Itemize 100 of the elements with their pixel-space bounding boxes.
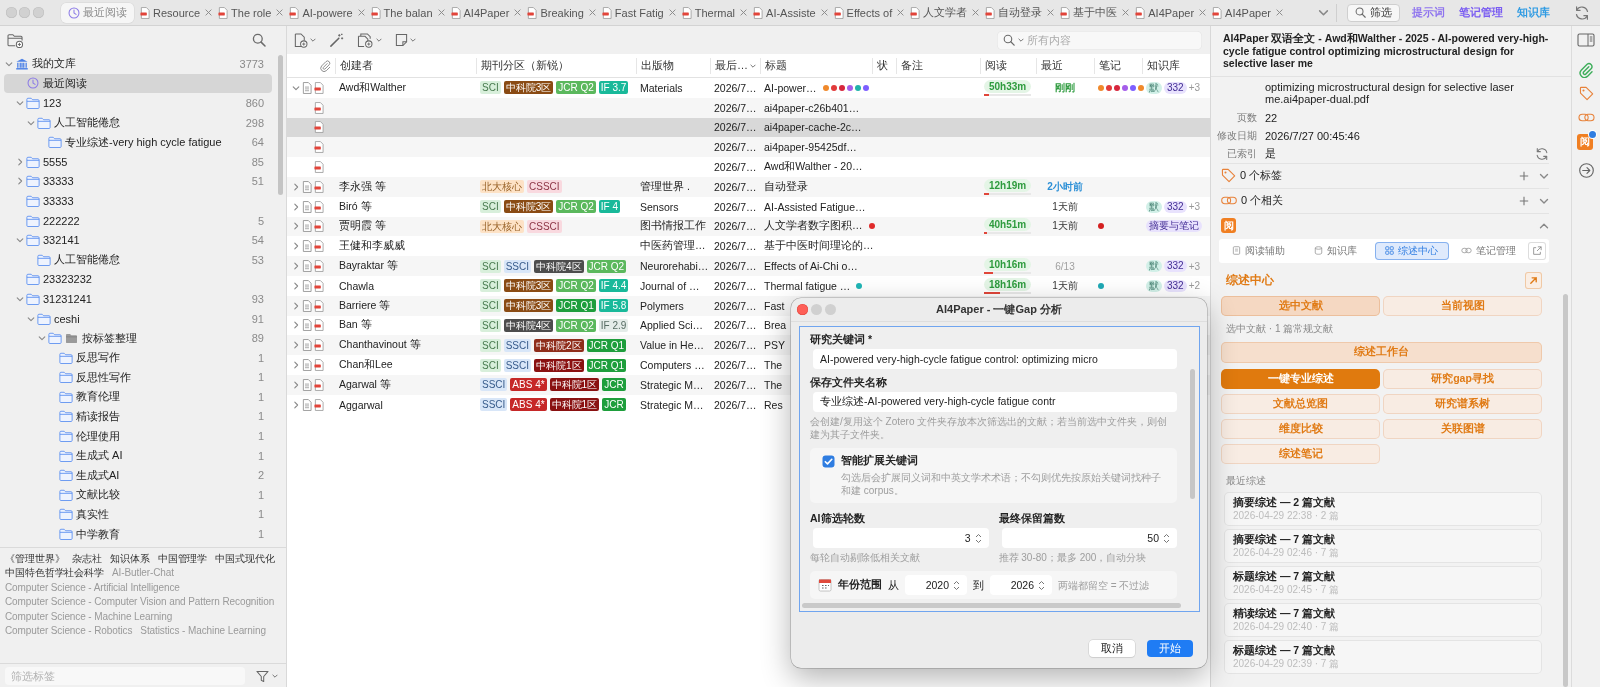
- tree-item[interactable]: 我的文库 3773: [4, 54, 272, 74]
- tree-item[interactable]: 专业综述-very high cycle fatigue 64: [4, 132, 272, 152]
- caret-icon[interactable]: [410, 38, 416, 42]
- tab[interactable]: 自动登录: [982, 2, 1058, 23]
- sidebar-toggle-icon[interactable]: [1577, 33, 1595, 47]
- refresh-icon[interactable]: [1574, 4, 1590, 21]
- column-header[interactable]: 标题: [760, 57, 872, 74]
- tab[interactable]: Breaking: [524, 2, 599, 23]
- zoom-button[interactable]: [32, 7, 44, 18]
- tab[interactable]: 基于中医: [1057, 2, 1133, 23]
- tab[interactable]: AI4Paper: [1209, 2, 1286, 23]
- start-button[interactable]: 开始: [1147, 640, 1193, 657]
- close-icon[interactable]: [1199, 9, 1207, 16]
- tree-item[interactable]: 按标签整理 89: [4, 328, 272, 348]
- column-header[interactable]: 阅读: [980, 57, 1036, 74]
- year-field[interactable]: 2026: [990, 575, 1052, 595]
- add-attachment-icon[interactable]: [357, 32, 374, 48]
- tree-item[interactable]: 31231241 93: [4, 289, 272, 309]
- refresh-icon[interactable]: [1535, 146, 1549, 161]
- chevron-right-icon[interactable]: [292, 321, 300, 330]
- column-header[interactable]: 笔记: [1094, 57, 1142, 74]
- column-header[interactable]: 创建者: [335, 57, 476, 74]
- tree-item[interactable]: 23323232: [4, 269, 272, 290]
- chevron-right-icon[interactable]: [16, 157, 24, 166]
- chevron-down-icon[interactable]: [292, 83, 300, 92]
- magic-wand-icon[interactable]: [329, 32, 344, 48]
- tree-item[interactable]: 教育伦理 1: [4, 387, 272, 407]
- close-icon[interactable]: [588, 9, 596, 16]
- tag-icon[interactable]: [1578, 86, 1594, 101]
- tree-item[interactable]: 123 860: [4, 93, 272, 113]
- tree-item[interactable]: 人工智能倦怠 298: [4, 112, 272, 133]
- year-field[interactable]: 2020: [905, 575, 967, 595]
- tree-item[interactable]: 生成式AI 2: [4, 465, 272, 486]
- caret-icon[interactable]: [376, 38, 382, 42]
- chevron-down-icon[interactable]: [5, 59, 13, 68]
- filter-button[interactable]: 筛选: [1347, 3, 1400, 22]
- close-icon[interactable]: [972, 9, 980, 16]
- chevron-right-icon[interactable]: [292, 242, 300, 251]
- column-header[interactable]: 期刊分区（新锐）: [476, 57, 636, 74]
- search-icon[interactable]: [252, 33, 266, 47]
- tag-label[interactable]: 中国特色哲学社会科学: [5, 566, 104, 581]
- table-row[interactable]: [287, 177, 1210, 197]
- chevron-down-icon[interactable]: [1318, 7, 1329, 18]
- caret-icon[interactable]: [272, 674, 278, 678]
- tree-item[interactable]: 文献比较 1: [4, 485, 272, 505]
- close-icon[interactable]: [514, 9, 522, 16]
- chevron-right-icon[interactable]: [292, 202, 300, 211]
- tab[interactable]: Thermal: [678, 2, 751, 23]
- tree-item[interactable]: 最近阅读: [4, 73, 272, 94]
- chevron-down-icon[interactable]: [16, 99, 24, 107]
- paperclip-icon[interactable]: [1578, 62, 1594, 78]
- plugin-tab[interactable]: 阅读辅助: [1222, 241, 1296, 260]
- add-icon[interactable]: [1519, 170, 1529, 181]
- close-icon[interactable]: [357, 9, 365, 16]
- close-icon[interactable]: [276, 9, 284, 16]
- tree-item[interactable]: 反思性写作 1: [4, 367, 272, 388]
- open-external-button[interactable]: [1528, 241, 1546, 260]
- chevron-down-icon[interactable]: [27, 118, 35, 127]
- tab[interactable]: The balan: [367, 2, 448, 23]
- plugin-tab[interactable]: 综述中心: [1375, 241, 1449, 260]
- chevron-right-icon[interactable]: [292, 380, 300, 389]
- tab[interactable]: Effects of: [830, 2, 908, 23]
- tag-label[interactable]: 《管理世界》: [5, 551, 65, 567]
- close-icon[interactable]: [897, 9, 905, 16]
- chevron-right-icon[interactable]: [292, 400, 300, 409]
- tab[interactable]: AI-powere: [286, 2, 368, 23]
- note-icon[interactable]: [395, 33, 408, 47]
- tab[interactable]: AI-Assiste: [750, 2, 831, 23]
- close-button[interactable]: [5, 7, 17, 18]
- caret-icon[interactable]: [310, 38, 316, 42]
- scrollbar-thumb[interactable]: [802, 603, 1181, 608]
- chevron-right-icon[interactable]: [292, 182, 300, 191]
- chevron-right-icon[interactable]: [292, 281, 300, 290]
- tree-item[interactable]: 精读报告 1: [4, 406, 272, 427]
- tab[interactable]: AI4Paper: [1132, 2, 1210, 23]
- column-header[interactable]: 状: [872, 57, 896, 74]
- tree-item[interactable]: 反思写作 1: [4, 347, 272, 368]
- chevron-right-icon[interactable]: [292, 301, 300, 310]
- tag-label[interactable]: 中国管理学: [157, 551, 208, 567]
- tree-item[interactable]: 222222 5: [4, 210, 272, 231]
- chevron-right-icon[interactable]: [292, 341, 300, 350]
- text-field[interactable]: AI-powered very-high-cycle fatigue control: optimizing micro: [813, 349, 1177, 369]
- toolbar-link[interactable]: 笔记管理: [1459, 5, 1503, 20]
- close-icon[interactable]: [205, 9, 213, 16]
- tag-label[interactable]: 杂志社: [72, 551, 103, 567]
- minimize-button[interactable]: [19, 7, 30, 18]
- column-header[interactable]: 最近: [1036, 57, 1094, 74]
- chevron-down-icon[interactable]: [27, 314, 35, 323]
- filter-icon[interactable]: [256, 669, 269, 683]
- arrow-circle-icon[interactable]: [1577, 162, 1595, 179]
- cancel-button[interactable]: 取消: [1089, 640, 1135, 657]
- close-icon[interactable]: [1122, 9, 1130, 16]
- chevron-right-icon[interactable]: [292, 361, 300, 370]
- column-header[interactable]: 最后…: [710, 57, 760, 74]
- plugin-tab[interactable]: 知识库: [1298, 241, 1372, 260]
- chevron-down-icon[interactable]: [16, 294, 24, 303]
- chevron-right-icon[interactable]: [16, 177, 24, 186]
- tree-item[interactable]: 中学教育 1: [4, 524, 272, 544]
- tag-label[interactable]: 知识体系: [110, 551, 150, 567]
- column-header[interactable]: 出版物: [636, 57, 710, 74]
